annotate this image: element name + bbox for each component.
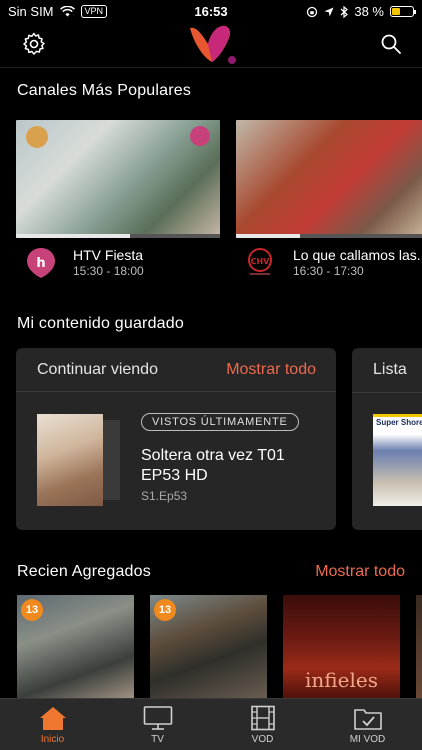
my-list-card: Lista Super Shore — [352, 348, 422, 530]
tab-inicio[interactable]: Inicio — [0, 699, 105, 750]
status-right: 38 % — [306, 4, 416, 19]
recent-item-2[interactable]: 13 — [150, 595, 267, 700]
continue-watching-header: Continuar viendo Mostrar todo — [16, 348, 336, 392]
my-list-title: Lista — [373, 361, 407, 378]
channel-name-1: HTV Fiesta — [73, 247, 144, 263]
recent-item-4[interactable] — [416, 595, 422, 700]
channel-13-badge: 13 — [154, 599, 176, 621]
saved-title: Mi contenido guardado — [17, 315, 184, 332]
episode-poster[interactable] — [37, 414, 103, 506]
recent-item-3[interactable]: infieles — [283, 595, 400, 700]
htv-logo-icon: h — [27, 248, 55, 278]
status-bar: Sin SIM VPN 16:53 38 % — [0, 0, 422, 22]
tv-icon — [143, 706, 173, 730]
list-poster-title: Super Shore — [376, 418, 422, 427]
battery-icon — [390, 6, 416, 17]
tab-label: TV — [151, 734, 164, 745]
tab-label: MI VOD — [349, 734, 386, 745]
list-poster[interactable]: Super Shore — [373, 414, 422, 506]
gear-icon[interactable] — [22, 32, 46, 56]
tab-label: Inicio — [40, 734, 65, 745]
episode-title[interactable]: Soltera otra vez T01 EP53 HD — [141, 446, 321, 486]
continue-watching-card: Continuar viendo Mostrar todo VISTOS ÚLT… — [16, 348, 336, 530]
tab-label: VOD — [251, 734, 274, 745]
home-icon — [40, 707, 66, 730]
bluetooth-icon — [340, 5, 349, 18]
channel-progress-bar-1 — [16, 234, 131, 238]
chv-logo-icon: CHV — [248, 248, 272, 275]
svg-text:h: h — [36, 256, 45, 271]
popular-title: Canales Más Populares — [17, 82, 192, 99]
continue-show-all-link[interactable]: Mostrar todo — [226, 361, 316, 379]
channel-progress-bar-2 — [236, 234, 300, 238]
channel-corner-logo — [190, 126, 210, 146]
channel-card-2[interactable] — [236, 120, 422, 238]
channel-time-1: 15:30 - 18:00 — [73, 264, 144, 278]
svg-text:CHV: CHV — [251, 257, 271, 266]
search-icon[interactable] — [380, 33, 402, 55]
recent-show-all-link[interactable]: Mostrar todo — [315, 563, 405, 581]
recently-viewed-badge: VISTOS ÚLTIMAMENTE — [141, 413, 299, 431]
channel-watermark — [26, 126, 48, 148]
my-list-divider — [352, 392, 422, 393]
channel-name-2: Lo que callamos las... — [293, 247, 422, 263]
channel-13-badge: 13 — [21, 599, 43, 621]
header-divider — [0, 67, 422, 68]
brand-logo — [190, 25, 236, 64]
channel-time-2: 16:30 - 17:30 — [293, 264, 364, 278]
recent-title: Recien Agregados — [17, 563, 151, 580]
channel-card-1[interactable] — [16, 120, 220, 238]
lock-rotation-icon — [307, 6, 318, 17]
channel-progress-2 — [236, 234, 422, 238]
folder-check-icon — [354, 709, 382, 730]
film-icon — [251, 705, 275, 731]
poster-stack-shadow — [102, 420, 120, 500]
continue-watching-title: Continuar viendo — [37, 361, 158, 378]
recent-item-title: infieles — [305, 668, 378, 692]
location-icon — [324, 7, 334, 16]
list-poster-stripe — [373, 414, 422, 417]
battery-fill — [392, 8, 401, 15]
app-header — [0, 22, 422, 68]
channel-progress-1 — [16, 234, 220, 238]
episode-subtitle: S1.Ep53 — [141, 489, 188, 503]
tab-mi-vod[interactable]: MI VOD — [315, 699, 420, 750]
recent-item-1[interactable]: 13 — [17, 595, 134, 700]
tab-vod[interactable]: VOD — [210, 699, 315, 750]
battery-label: 38 % — [354, 4, 384, 19]
bottom-tab-bar: Inicio TV VOD MI VOD — [0, 698, 422, 750]
tab-tv[interactable]: TV — [105, 699, 210, 750]
